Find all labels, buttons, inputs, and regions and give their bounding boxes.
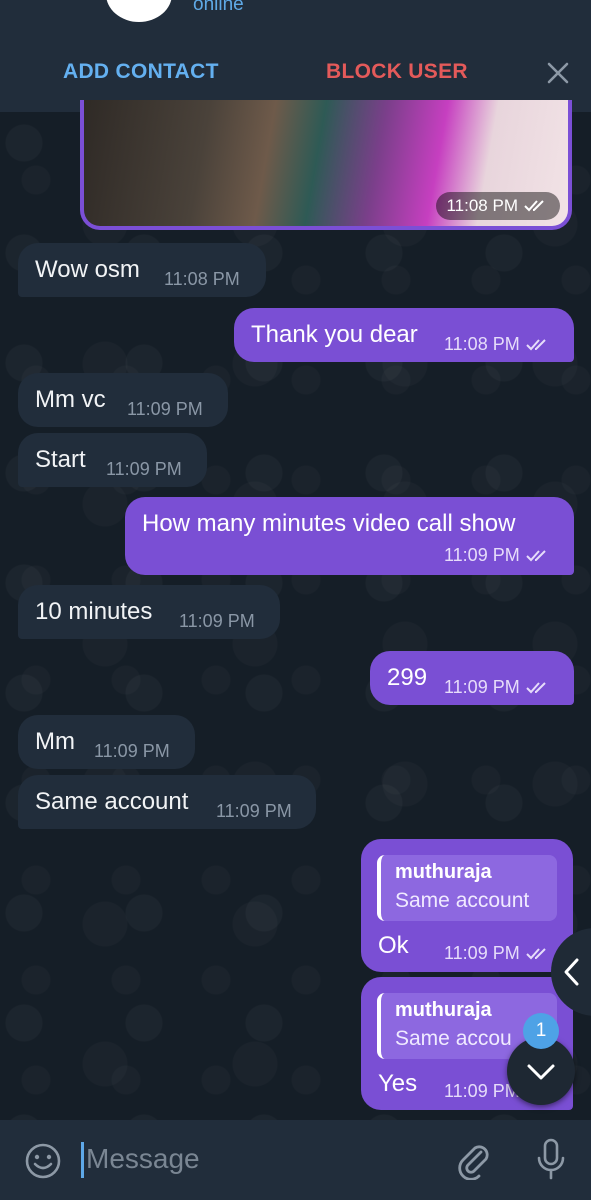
outgoing-message[interactable]: How many minutes video call show 11:09 P… bbox=[125, 497, 574, 575]
message-time-row: 11:09 PM bbox=[444, 943, 552, 964]
emoji-icon[interactable] bbox=[24, 1142, 62, 1180]
message-time: 11:09 PM bbox=[127, 399, 203, 419]
photo-timestamp: 11:08 PM bbox=[436, 192, 560, 220]
message-text: 299 bbox=[387, 664, 428, 691]
incoming-message[interactable]: Wow osm 11:08 PM bbox=[18, 243, 266, 297]
message-time: 11:08 PM bbox=[446, 196, 518, 215]
reply-text: Same accou bbox=[395, 1027, 512, 1050]
message-text: Yes bbox=[378, 1070, 418, 1097]
add-contact-button[interactable]: ADD CONTACT bbox=[63, 60, 219, 84]
message-text: Mm vc bbox=[35, 386, 106, 413]
message-text: Mm bbox=[35, 728, 75, 755]
avatar[interactable] bbox=[106, 0, 172, 22]
chevron-down-icon bbox=[527, 1064, 555, 1080]
message-time: 11:09 PM bbox=[94, 741, 170, 761]
message-text: Ok bbox=[378, 932, 409, 959]
chevron-left-icon bbox=[564, 958, 579, 986]
message-time: 11:09 PM bbox=[444, 943, 520, 963]
reply-author: muthuraja bbox=[395, 861, 492, 883]
attach-icon[interactable] bbox=[454, 1140, 494, 1180]
reply-text: Same account bbox=[395, 889, 530, 912]
message-time: 11:09 PM bbox=[179, 611, 255, 631]
microphone-icon[interactable] bbox=[534, 1137, 568, 1181]
incoming-message[interactable]: Same account 11:09 PM bbox=[18, 775, 316, 829]
message-text: Thank you dear bbox=[251, 321, 418, 348]
message-time: 11:09 PM bbox=[106, 459, 182, 479]
reply-quote[interactable]: muthuraja Same account bbox=[377, 855, 557, 921]
incoming-message[interactable]: Mm vc 11:09 PM bbox=[18, 373, 228, 427]
message-time-row: 11:09 PM bbox=[444, 545, 552, 566]
message-time: 11:08 PM bbox=[444, 334, 520, 354]
double-check-icon bbox=[526, 549, 546, 561]
message-text: Wow osm bbox=[35, 256, 140, 283]
message-text: Start bbox=[35, 446, 86, 473]
message-time-row: 11:09 PM bbox=[444, 677, 552, 698]
reply-author: muthuraja bbox=[395, 999, 492, 1021]
message-time: 11:09 PM bbox=[444, 545, 520, 565]
message-text: Same account bbox=[35, 788, 189, 815]
outgoing-message[interactable]: Thank you dear 11:08 PM bbox=[234, 308, 574, 362]
incoming-message[interactable]: Start 11:09 PM bbox=[18, 433, 207, 487]
message-text: How many minutes video call show bbox=[142, 510, 516, 537]
message-time: 11:09 PM bbox=[444, 677, 520, 697]
message-time: 11:09 PM bbox=[444, 1081, 520, 1101]
unread-count-badge: 1 bbox=[523, 1013, 559, 1049]
outgoing-message[interactable]: 299 11:09 PM bbox=[370, 651, 574, 705]
message-time-row: 11:08 PM bbox=[444, 334, 552, 355]
incoming-message[interactable]: Mm 11:09 PM bbox=[18, 715, 195, 769]
message-time-row: 11:09 PM bbox=[444, 1081, 520, 1102]
message-input[interactable] bbox=[86, 1139, 406, 1179]
chat-header: online ADD CONTACT BLOCK USER bbox=[0, 0, 591, 112]
double-check-icon bbox=[526, 338, 546, 350]
message-time: 11:08 PM bbox=[164, 269, 240, 289]
double-check-icon bbox=[524, 200, 544, 212]
double-check-icon bbox=[526, 947, 546, 959]
block-user-button[interactable]: BLOCK USER bbox=[326, 60, 468, 84]
incoming-message[interactable]: 10 minutes 11:09 PM bbox=[18, 585, 280, 639]
text-cursor bbox=[81, 1142, 84, 1178]
double-check-icon bbox=[526, 681, 546, 693]
message-time: 11:09 PM bbox=[216, 801, 292, 821]
outgoing-reply-message[interactable]: muthuraja Same account Ok 11:09 PM bbox=[361, 839, 573, 972]
message-text: 10 minutes bbox=[35, 598, 153, 625]
close-icon[interactable] bbox=[546, 61, 570, 85]
photo-message[interactable]: 11:08 PM bbox=[80, 100, 572, 230]
online-status: online bbox=[193, 0, 244, 15]
